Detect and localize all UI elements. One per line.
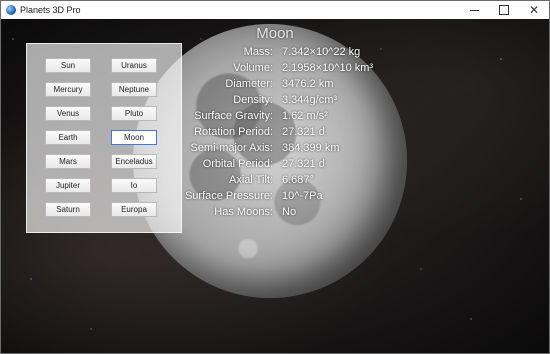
info-value: No xyxy=(282,206,297,218)
body-info-table: Mass: 7.342×10^22 kg Volume: 2.1958×10^10 k… xyxy=(169,45,389,219)
planet-button-pluto[interactable]: Pluto xyxy=(111,106,157,121)
close-button[interactable]: ✕ xyxy=(519,1,549,19)
planet-button-earth[interactable]: Earth xyxy=(45,130,91,145)
info-value: 27.321 d xyxy=(282,126,325,138)
planet-button-venus[interactable]: Venus xyxy=(45,106,91,121)
info-label: Orbital Period: xyxy=(202,158,273,170)
planet-button-sun[interactable]: Sun xyxy=(45,58,91,73)
minimize-icon xyxy=(469,9,479,11)
info-value: 1.62 m/s² xyxy=(282,110,328,122)
info-label: Density: xyxy=(233,94,273,106)
maximize-button[interactable] xyxy=(489,1,519,19)
info-label: Surface Gravity: xyxy=(194,110,273,122)
info-label: Has Moons: xyxy=(214,206,273,218)
info-value: 10^-7Pa xyxy=(282,190,323,202)
planet-button-europa[interactable]: Europa xyxy=(111,202,157,217)
close-icon: ✕ xyxy=(528,3,540,17)
info-value: 6.687° xyxy=(282,174,314,186)
planet-button-enceladus[interactable]: Enceladus xyxy=(111,154,157,169)
info-label: Diameter: xyxy=(225,78,273,90)
info-value: 27.321 d xyxy=(282,158,325,170)
maximize-icon xyxy=(499,5,509,15)
planet-button-io[interactable]: Io xyxy=(111,178,157,193)
info-label: Rotation Period: xyxy=(194,126,273,138)
info-value: 3476.2 km xyxy=(282,78,334,90)
info-label: Surface Pressure: xyxy=(184,190,273,202)
info-label: Axial Tilt: xyxy=(228,174,273,186)
planet-selector-panel: Sun Uranus Mercury Neptune Venus Pluto Earth Mo… xyxy=(26,43,182,233)
info-label: Semi-major Axis: xyxy=(190,142,273,154)
planet-button-mercury[interactable]: Mercury xyxy=(45,82,91,97)
planet-button-saturn[interactable]: Saturn xyxy=(45,202,91,217)
planet-app-icon xyxy=(6,5,16,15)
planet-button-grid: Sun Uranus Mercury Neptune Venus Pluto Earth Mo… xyxy=(45,58,165,217)
window-controls: ✕ xyxy=(459,1,549,19)
app-window: Planets 3D Pro ✕ Sun Uranus Mercury Neptune… xyxy=(0,0,550,354)
info-value: 2.1958×10^10 km³ xyxy=(282,62,374,74)
title-bar: Planets 3D Pro ✕ xyxy=(1,1,549,19)
info-label: Volume: xyxy=(233,62,273,74)
planet-button-uranus[interactable]: Uranus xyxy=(111,58,157,73)
window-title: Planets 3D Pro xyxy=(20,5,81,15)
info-value: 384,399 km xyxy=(282,142,340,154)
planet-button-jupiter[interactable]: Jupiter xyxy=(45,178,91,193)
info-value: 3.344g/cm³ xyxy=(282,94,338,106)
planet-button-neptune[interactable]: Neptune xyxy=(111,82,157,97)
info-value: 7.342×10^22 kg xyxy=(282,46,361,58)
info-label: Mass: xyxy=(243,46,273,58)
space-view[interactable]: Sun Uranus Mercury Neptune Venus Pluto Earth Mo… xyxy=(1,19,549,353)
planet-button-moon[interactable]: Moon xyxy=(111,130,157,145)
planet-button-mars[interactable]: Mars xyxy=(45,154,91,169)
body-title: Moon xyxy=(256,25,294,42)
minimize-button[interactable] xyxy=(459,1,489,19)
